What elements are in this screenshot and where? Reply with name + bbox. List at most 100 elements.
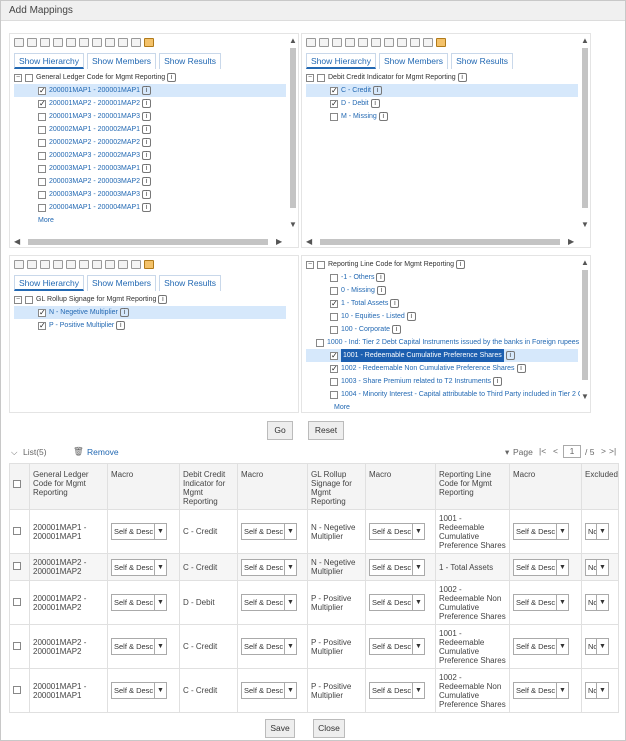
macro-select[interactable]: Self & Desc ▼	[513, 558, 569, 576]
checkbox[interactable]: ✓	[38, 99, 46, 108]
checkbox[interactable]	[25, 295, 33, 304]
toolbar-icon[interactable]	[371, 38, 381, 47]
checkbox[interactable]: ✓	[330, 364, 338, 373]
toolbar-icon[interactable]	[53, 38, 63, 47]
macro-select[interactable]: Self & Desc ▼	[513, 523, 569, 540]
info-icon[interactable]: i	[392, 325, 402, 334]
checkbox[interactable]	[330, 112, 338, 121]
macro-select[interactable]: Self & Desc ▼	[111, 638, 167, 655]
table-row[interactable]: 200001MAP2 - 200001MAP2 Self & Desc ▼ C - C…	[9, 624, 619, 669]
checkbox[interactable]	[38, 112, 46, 121]
macro-select[interactable]: Self & Desc ▼	[111, 558, 167, 576]
chevron-down-icon[interactable]: ▼	[556, 595, 568, 610]
checkbox[interactable]	[317, 260, 325, 269]
macro-select[interactable]: Self & Desc ▼	[241, 638, 297, 655]
scroll-up-arrow[interactable]: ▲	[581, 258, 589, 267]
tree-item[interactable]: 10 - Equities - Listed i	[306, 310, 578, 323]
tree-item[interactable]: 200003MAP1 - 200003MAP1 i	[14, 162, 286, 175]
scroll-thumb[interactable]	[582, 48, 588, 208]
info-icon[interactable]: i	[406, 312, 416, 321]
checkbox[interactable]	[38, 190, 46, 199]
tab-show-results[interactable]: Show Results	[451, 53, 514, 69]
scroll-thumb[interactable]	[320, 239, 560, 245]
toolbar-icon[interactable]	[332, 38, 342, 47]
table-row[interactable]: 200001MAP1 - 200001MAP1 Self & Desc ▼ C - C…	[9, 668, 619, 713]
next-page-icon[interactable]: >	[601, 446, 606, 456]
macro-select[interactable]: Self & Desc ▼	[241, 523, 297, 540]
tree-item[interactable]: ✓ 1002 - Redeemable Non Cumulative Prefer…	[306, 362, 578, 375]
info-icon[interactable]: i	[142, 164, 152, 173]
reset-button[interactable]: Reset	[308, 421, 344, 440]
tree-item[interactable]: 200004MAP1 - 200004MAP1 i	[14, 201, 286, 214]
macro-select[interactable]: Self & Desc ▼	[369, 558, 425, 576]
collapse-icon[interactable]: −	[14, 73, 22, 82]
chevron-down-icon[interactable]: ▼	[154, 559, 166, 575]
info-icon[interactable]: i	[142, 190, 152, 199]
info-icon[interactable]: i	[119, 308, 129, 317]
toolbar-icon[interactable]	[40, 260, 50, 269]
checkbox[interactable]	[330, 286, 338, 295]
toolbar-icon[interactable]	[92, 260, 102, 269]
chevron-down-icon[interactable]: ▼	[412, 595, 424, 610]
toolbar-icon[interactable]	[66, 260, 76, 269]
excluded-select[interactable]: No ▼	[585, 638, 609, 655]
info-icon[interactable]: i	[142, 151, 152, 160]
tree-item[interactable]: 200002MAP3 - 200002MAP3 i	[14, 149, 286, 162]
tree-item[interactable]: ✓ P - Positive Multiplier i	[14, 319, 286, 332]
chevron-down-icon[interactable]: ▼	[154, 524, 166, 539]
macro-select[interactable]: Self & Desc ▼	[513, 638, 569, 655]
collapse-icon[interactable]: −	[14, 295, 22, 304]
checkbox[interactable]	[13, 526, 21, 535]
chevron-down-icon[interactable]: ▼	[596, 683, 608, 698]
checkbox[interactable]	[13, 562, 21, 570]
tab-show-hierarchy[interactable]: Show Hierarchy	[14, 275, 84, 291]
checkbox[interactable]	[330, 390, 338, 399]
tab-show-members[interactable]: Show Members	[379, 53, 449, 69]
macro-select[interactable]: Self & Desc ▼	[369, 638, 425, 655]
scroll-down-arrow[interactable]: ▼	[581, 392, 589, 401]
scroll-left-arrow[interactable]: ◀	[14, 237, 20, 246]
chevron-down-icon[interactable]: ▼	[596, 595, 608, 610]
tree-item[interactable]: 200003MAP2 - 200003MAP2 i	[14, 175, 286, 188]
checkbox[interactable]: ✓	[38, 308, 46, 317]
tree-item[interactable]: 200003MAP3 - 200003MAP3 i	[14, 188, 286, 201]
tree-item[interactable]: 0 - Missing i	[306, 284, 578, 297]
close-button[interactable]: Close	[313, 719, 345, 738]
checkbox[interactable]	[38, 138, 46, 147]
info-icon[interactable]: i	[372, 86, 382, 95]
trash-icon[interactable]: 🗑	[73, 446, 84, 457]
macro-select[interactable]: Self & Desc ▼	[241, 558, 297, 576]
chevron-down-icon[interactable]: ▼	[556, 559, 568, 575]
info-icon[interactable]: i	[505, 351, 515, 360]
info-icon[interactable]: i	[457, 73, 467, 82]
chevron-down-icon[interactable]: ▼	[412, 524, 424, 539]
toolbar-icon[interactable]	[66, 38, 76, 47]
toolbar-icon[interactable]	[105, 38, 115, 47]
scroll-down-arrow[interactable]: ▼	[581, 220, 589, 229]
header-select-all[interactable]	[9, 463, 30, 510]
toolbar-icon[interactable]	[306, 38, 316, 47]
tab-show-hierarchy[interactable]: Show Hierarchy	[14, 53, 84, 69]
macro-select[interactable]: Self & Desc ▼	[369, 523, 425, 540]
chevron-down-icon[interactable]: ▼	[284, 683, 296, 698]
chevron-down-icon[interactable]: ▼	[556, 683, 568, 698]
chevron-down-icon[interactable]: ▼	[154, 683, 166, 698]
scroll-right-arrow[interactable]: ▶	[276, 237, 282, 246]
remove-link[interactable]: Remove	[87, 447, 119, 457]
toolbar-icon[interactable]	[27, 260, 37, 269]
tree-item[interactable]: 1003 - Share Premium related to T2 Instr…	[306, 375, 578, 388]
tree-root[interactable]: − Debit Credit Indicator for Mgmt Reporti…	[306, 71, 578, 84]
vertical-scrollbar[interactable]: ▲ ▼	[580, 256, 590, 412]
save-button[interactable]: Save	[265, 719, 295, 738]
excluded-select[interactable]: No ▼	[585, 558, 609, 576]
info-icon[interactable]: i	[142, 177, 152, 186]
toolbar-icon[interactable]	[319, 38, 329, 47]
tree-item[interactable]: ✓ C - Credit i	[306, 84, 578, 97]
toolbar-icon[interactable]	[397, 38, 407, 47]
tree-item[interactable]: ✓ 1001 - Redeemable Cumulative Preference…	[306, 349, 578, 362]
chevron-down-icon[interactable]: ▼	[412, 639, 424, 654]
checkbox[interactable]: ✓	[330, 351, 338, 360]
info-icon[interactable]: i	[456, 260, 466, 269]
checkbox[interactable]: ✓	[38, 86, 46, 95]
tree-item[interactable]: 200002MAP1 - 200002MAP1 i	[14, 123, 286, 136]
